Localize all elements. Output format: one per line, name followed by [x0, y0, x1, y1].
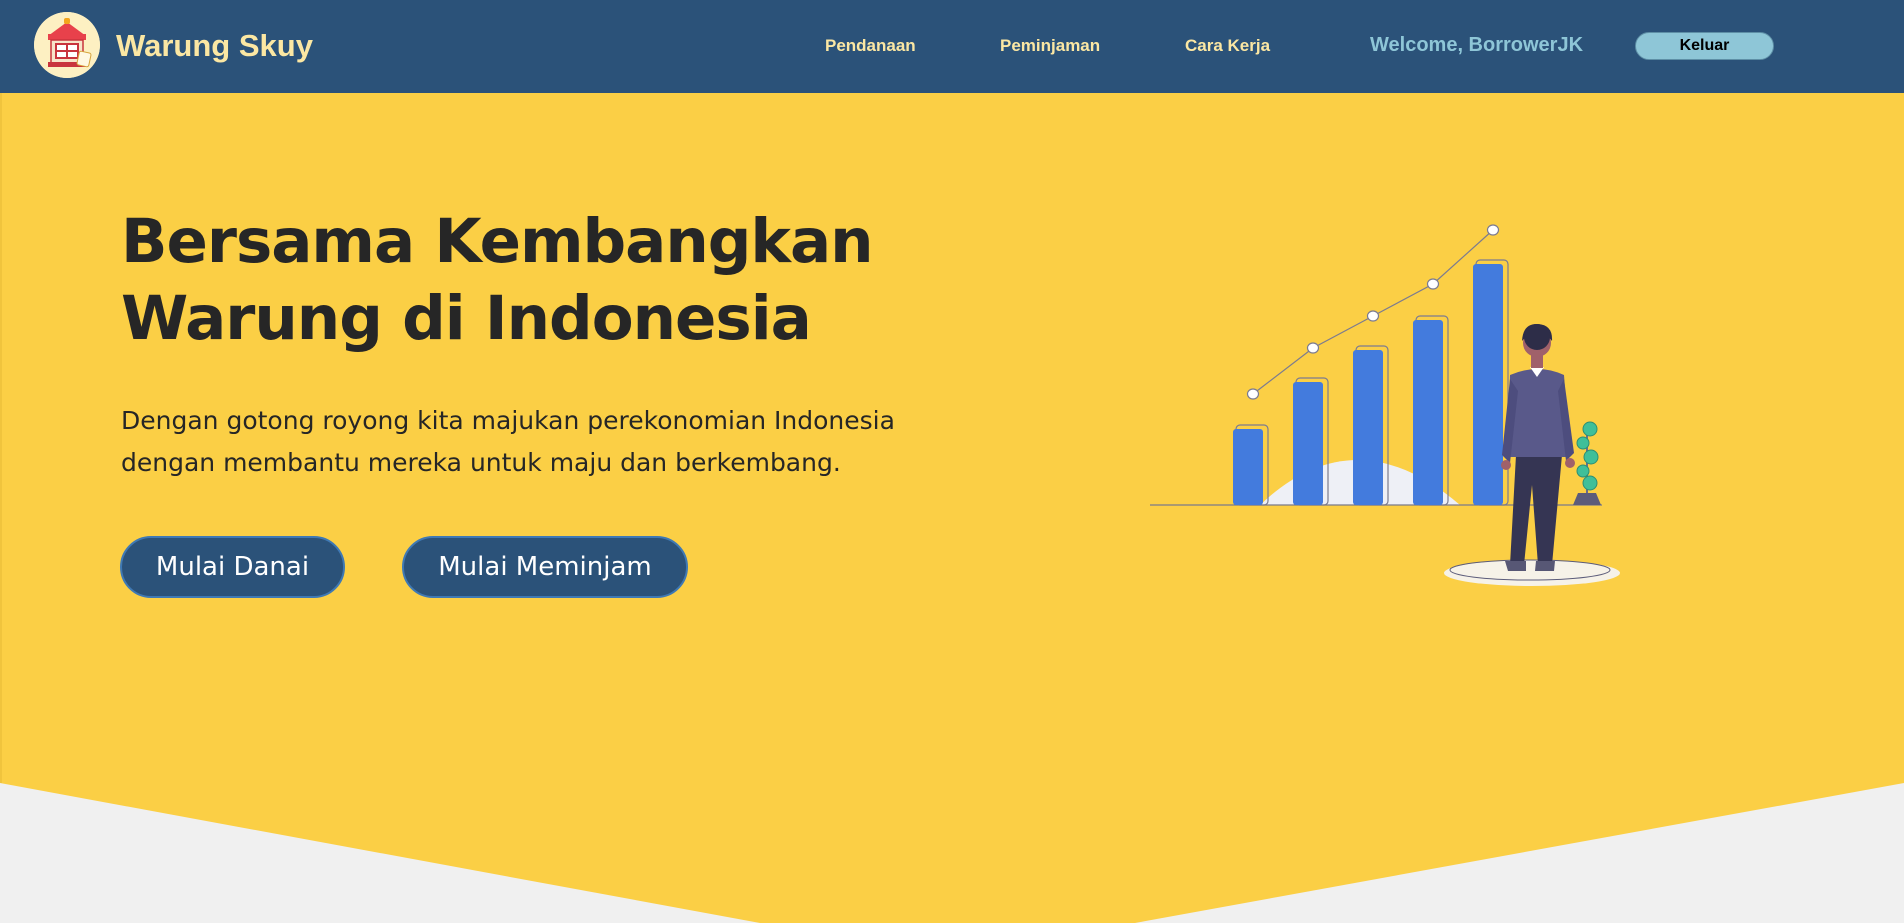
hero-title-line-2: Warung di Indonesia — [121, 283, 812, 354]
plant-icon — [1573, 421, 1601, 505]
hero-subtitle-line-1: Dengan gotong royong kita majukan pereko… — [121, 406, 895, 435]
nav-link-cara-kerja[interactable]: Cara Kerja — [1185, 36, 1270, 56]
hero-subtitle: Dengan gotong royong kita majukan pereko… — [121, 400, 941, 484]
warung-shop-icon[interactable] — [34, 12, 100, 78]
nav-link-pendanaan[interactable]: Pendanaan — [825, 36, 916, 56]
welcome-user-text: Welcome, BorrowerJK — [1370, 34, 1584, 56]
hero-title-line-1: Bersama Kembangkan — [121, 206, 874, 277]
logout-button[interactable]: Keluar — [1635, 32, 1774, 60]
nav-link-peminjaman[interactable]: Peminjaman — [1000, 36, 1100, 56]
businessman-figure — [1501, 323, 1575, 571]
start-funding-button[interactable]: Mulai Danai — [120, 536, 345, 598]
growth-chart-illustration — [1150, 224, 1620, 586]
hero-subtitle-line-2: dengan membantu mereka untuk maju dan be… — [121, 448, 841, 477]
brand-name[interactable]: Warung Skuy — [116, 28, 313, 64]
navbar: Warung Skuy Pendanaan Peminjaman Cara Ke… — [0, 0, 1904, 93]
bar-chart-bars — [1233, 259, 1509, 506]
start-borrowing-button[interactable]: Mulai Meminjam — [402, 536, 688, 598]
hero-title: Bersama Kembangkan Warung di Indonesia — [121, 203, 921, 357]
